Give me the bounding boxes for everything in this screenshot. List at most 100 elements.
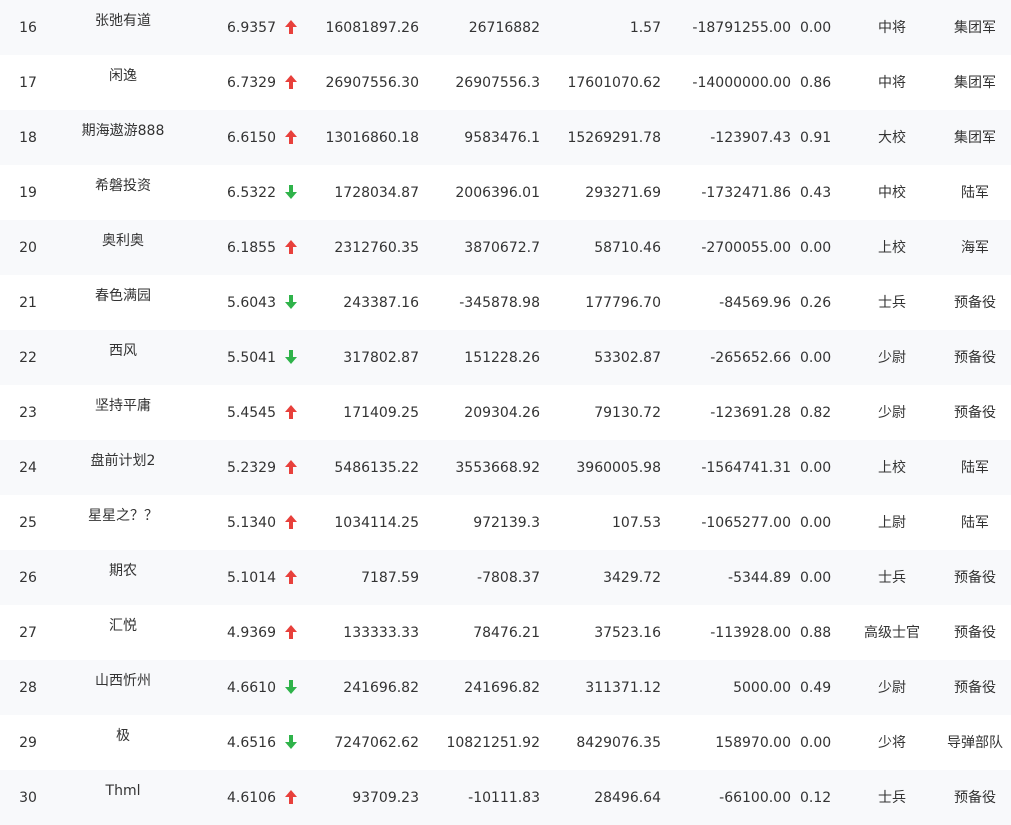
score-cell: 5.4545 <box>227 405 276 421</box>
value3-cell: 53302.87 <box>594 350 661 366</box>
ratio-cell: 0.86 <box>800 75 832 91</box>
score-cell: 4.9369 <box>227 625 276 641</box>
ratio-cell: 0.12 <box>800 790 832 806</box>
arrow-down-icon <box>282 678 300 696</box>
ranking-table: 16 张弛有道 6.9357 16081897.26 26716882 1.57 -1879… <box>0 0 1011 825</box>
value3-cell: 107.53 <box>612 515 661 531</box>
ratio-cell: 0.91 <box>800 130 832 146</box>
value4-cell: -5344.89 <box>728 570 791 586</box>
arrow-up-icon <box>282 73 300 91</box>
value1-cell: 16081897.26 <box>325 20 419 36</box>
table-row[interactable]: 30 Thml 4.6106 93709.23 -10111.83 28496.64 -66… <box>0 770 1011 825</box>
military-rank-cell: 士兵 <box>878 570 906 586</box>
value1-cell: 1034114.25 <box>334 515 419 531</box>
rank-cell: 26 <box>19 570 37 586</box>
value4-cell: -1732471.86 <box>701 185 791 201</box>
value3-cell: 15269291.78 <box>567 130 661 146</box>
value4-cell: -1065277.00 <box>701 515 791 531</box>
score-cell: 6.6150 <box>227 130 276 146</box>
value3-cell: 3960005.98 <box>576 460 661 476</box>
score-cell: 6.7329 <box>227 75 276 91</box>
military-rank-cell: 高级士官 <box>864 625 920 641</box>
value4-cell: -123691.28 <box>710 405 791 421</box>
army-cell: 陆军 <box>961 515 989 531</box>
value4-cell: -113928.00 <box>710 625 791 641</box>
arrow-up-icon <box>282 788 300 806</box>
table-row[interactable]: 17 闲逸 6.7329 26907556.30 26907556.3 17601070.… <box>0 55 1011 110</box>
arrow-up-icon <box>282 623 300 641</box>
rank-cell: 27 <box>19 625 37 641</box>
military-rank-cell: 上校 <box>878 240 906 256</box>
trader-name-cell: 星星之？？ <box>88 508 158 524</box>
ratio-cell: 0.00 <box>800 20 832 36</box>
army-cell: 预备役 <box>954 405 996 421</box>
ratio-cell: 0.00 <box>800 735 832 751</box>
arrow-up-icon <box>282 238 300 256</box>
table-row[interactable]: 29 极 4.6516 7247062.62 10821251.92 8429076.35… <box>0 715 1011 770</box>
score-cell: 5.1014 <box>227 570 276 586</box>
value2-cell: 26716882 <box>468 20 540 36</box>
value3-cell: 28496.64 <box>594 790 661 806</box>
value2-cell: 3870672.7 <box>464 240 540 256</box>
value3-cell: 311371.12 <box>585 680 661 696</box>
trader-name-cell: 极 <box>116 728 130 744</box>
value2-cell: 209304.26 <box>464 405 540 421</box>
value3-cell: 293271.69 <box>585 185 661 201</box>
arrow-up-icon <box>282 458 300 476</box>
table-row[interactable]: 16 张弛有道 6.9357 16081897.26 26716882 1.57 -1879… <box>0 0 1011 55</box>
rank-cell: 16 <box>19 20 37 36</box>
military-rank-cell: 少尉 <box>878 405 906 421</box>
value4-cell: 5000.00 <box>733 680 791 696</box>
trader-name-cell: 西风 <box>109 343 137 359</box>
trader-name-cell: 闲逸 <box>109 68 137 84</box>
value3-cell: 17601070.62 <box>567 75 661 91</box>
army-cell: 预备役 <box>954 680 996 696</box>
army-cell: 预备役 <box>954 790 996 806</box>
rank-cell: 30 <box>19 790 37 806</box>
table-row[interactable]: 26 期农 5.1014 7187.59 -7808.37 3429.72 -5344.89… <box>0 550 1011 605</box>
value2-cell: -345878.98 <box>459 295 540 311</box>
trader-name-cell: 奥利奥 <box>102 233 144 249</box>
table-row[interactable]: 22 西风 5.5041 317802.87 151228.26 53302.87 -265… <box>0 330 1011 385</box>
rank-cell: 17 <box>19 75 37 91</box>
military-rank-cell: 少将 <box>878 735 906 751</box>
value2-cell: 2006396.01 <box>455 185 540 201</box>
table-row[interactable]: 21 春色满园 5.6043 243387.16 -345878.98 177796.70… <box>0 275 1011 330</box>
military-rank-cell: 中校 <box>878 185 906 201</box>
table-row[interactable]: 25 星星之？？ 5.1340 1034114.25 972139.3 107.53 -10… <box>0 495 1011 550</box>
ratio-cell: 0.00 <box>800 515 832 531</box>
table-row[interactable]: 19 希磐投资 6.5322 1728034.87 2006396.01 293271.6… <box>0 165 1011 220</box>
value1-cell: 26907556.30 <box>325 75 419 91</box>
table-row[interactable]: 24 盘前计划2 5.2329 5486135.22 3553668.92 3960005… <box>0 440 1011 495</box>
value2-cell: 972139.3 <box>473 515 540 531</box>
army-cell: 导弹部队 <box>947 735 1003 751</box>
value2-cell: 26907556.3 <box>455 75 540 91</box>
table-row[interactable]: 18 期海遨游888 6.6150 13016860.18 9583476.1 15269… <box>0 110 1011 165</box>
value1-cell: 93709.23 <box>352 790 419 806</box>
ratio-cell: 0.43 <box>800 185 832 201</box>
army-cell: 预备役 <box>954 570 996 586</box>
ratio-cell: 0.00 <box>800 240 832 256</box>
table-row[interactable]: 27 汇悦 4.9369 133333.33 78476.21 37523.16 -1139… <box>0 605 1011 660</box>
score-cell: 5.1340 <box>227 515 276 531</box>
score-cell: 6.9357 <box>227 20 276 36</box>
trader-name-cell: 春色满园 <box>95 288 151 304</box>
trader-name-cell: 坚持平庸 <box>95 398 151 414</box>
value4-cell: -123907.43 <box>710 130 791 146</box>
value2-cell: 9583476.1 <box>464 130 540 146</box>
rank-cell: 20 <box>19 240 37 256</box>
table-row[interactable]: 23 坚持平庸 5.4545 171409.25 209304.26 79130.72 -1… <box>0 385 1011 440</box>
table-row[interactable]: 28 山西忻州 4.6610 241696.82 241696.82 311371.12 5… <box>0 660 1011 715</box>
value2-cell: 10821251.92 <box>446 735 540 751</box>
ratio-cell: 0.26 <box>800 295 832 311</box>
military-rank-cell: 上校 <box>878 460 906 476</box>
score-cell: 5.6043 <box>227 295 276 311</box>
military-rank-cell: 士兵 <box>878 790 906 806</box>
value1-cell: 7187.59 <box>361 570 419 586</box>
table-row[interactable]: 20 奥利奥 6.1855 2312760.35 3870672.7 58710.46 -2… <box>0 220 1011 275</box>
score-cell: 5.2329 <box>227 460 276 476</box>
value2-cell: 78476.21 <box>473 625 540 641</box>
rank-cell: 19 <box>19 185 37 201</box>
arrow-up-icon <box>282 513 300 531</box>
trader-name-cell: 汇悦 <box>109 618 137 634</box>
